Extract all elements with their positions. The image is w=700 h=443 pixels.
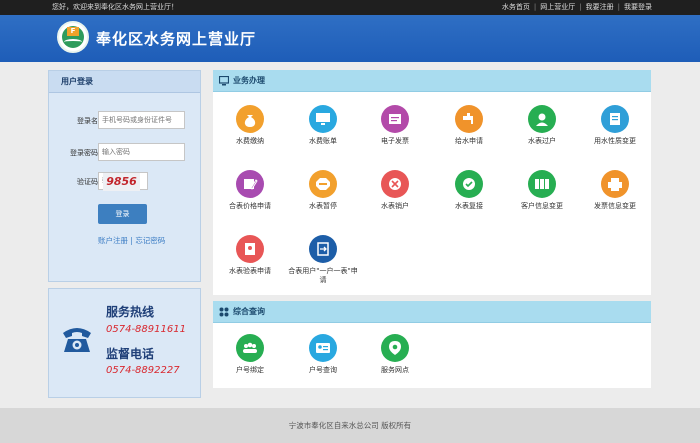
- service-tile-stop[interactable]: 水表暂停: [286, 170, 360, 211]
- service-label: 用水性质变更: [594, 137, 636, 145]
- service-tile-transfer[interactable]: 水表过户: [505, 105, 579, 146]
- table-icon: [528, 170, 556, 198]
- service-label: 客户信息变更: [521, 202, 563, 210]
- header: F 奉化区水务网上营业厅: [0, 15, 700, 62]
- money-bag-icon: [236, 105, 264, 133]
- password-input[interactable]: [98, 143, 185, 161]
- query-title: 综合查询: [233, 307, 265, 316]
- username-input[interactable]: [98, 111, 185, 129]
- service-tile-monitor[interactable]: 水费账单: [286, 105, 360, 146]
- service-label: 户号查询: [309, 366, 337, 374]
- hotline-panel: 服务热线 0574-88911611 监督电话 0574-8892227: [48, 288, 201, 398]
- service-tile-invoice[interactable]: 电子发票: [358, 105, 432, 146]
- supervise-phone-title: 监督电话: [106, 347, 155, 361]
- account-links: 账户注册 | 忘记密码: [98, 236, 166, 245]
- location-icon: [381, 334, 409, 362]
- edit-icon: [236, 170, 264, 198]
- report-icon: [236, 235, 264, 263]
- top-links: 水务首页 | 网上营业厅 | 我要注册 | 我要登录: [502, 0, 652, 15]
- service-tile-convert[interactable]: 合表用户"一户一表"申请: [286, 235, 360, 285]
- business-panel: 业务办理 水费缴纳 水费账单 电子发票 给水申请 水表过户 用水性质变更合表价格申请 水表暂…: [213, 70, 651, 295]
- captcha-image[interactable]: 9856: [103, 173, 140, 191]
- service-hotline-title: 服务热线: [106, 305, 155, 319]
- copyright-text: 宁波市奉化区自来水总公司 版权所有: [288, 421, 412, 430]
- service-label: 给水申请: [455, 137, 483, 145]
- link-online-hall[interactable]: 网上营业厅: [540, 0, 575, 15]
- login-title: 用户登录: [49, 71, 200, 93]
- telephone-icon: [63, 328, 91, 352]
- document-icon: [601, 105, 629, 133]
- business-title: 业务办理: [233, 76, 265, 85]
- service-label: 水表复接: [455, 202, 483, 210]
- service-label: 服务网点: [381, 366, 409, 374]
- service-tile-meter-cancel[interactable]: 水表销户: [358, 170, 432, 211]
- service-tile-tap[interactable]: 给水申请: [432, 105, 506, 146]
- login-button[interactable]: 登录: [98, 204, 147, 224]
- meter-cancel-icon: [381, 170, 409, 198]
- service-tile-report[interactable]: 水表验表申请: [213, 235, 287, 276]
- service-tile-meter-reconnect[interactable]: 水表复接: [432, 170, 506, 211]
- id-card-icon: [309, 334, 337, 362]
- service-tile-edit[interactable]: 合表价格申请: [213, 170, 287, 211]
- service-label: 电子发票: [381, 137, 409, 145]
- service-label: 发票信息变更: [594, 202, 636, 210]
- service-label: 水表销户: [381, 202, 409, 210]
- footer: 宁波市奉化区自来水总公司 版权所有: [0, 408, 700, 443]
- service-label: 水表验表申请: [229, 267, 271, 275]
- welcome-text: 您好，欢迎来到奉化区水务网上营业厅！: [52, 3, 178, 11]
- convert-icon: [309, 235, 337, 263]
- link-register[interactable]: 我要注册: [586, 0, 614, 15]
- group-icon: [236, 334, 264, 362]
- service-label: 水表暂停: [309, 202, 337, 210]
- printer-icon: [601, 170, 629, 198]
- service-label: 户号绑定: [236, 366, 264, 374]
- service-label: 水费缴纳: [236, 137, 264, 145]
- logo-icon[interactable]: F: [57, 21, 89, 53]
- query-header: 综合查询: [213, 301, 651, 323]
- link-login[interactable]: 我要登录: [624, 0, 652, 15]
- forgot-password-link[interactable]: 忘记密码: [135, 236, 165, 245]
- top-bar: 您好，欢迎来到奉化区水务网上营业厅！ 水务首页 | 网上营业厅 | 我要注册 |…: [0, 0, 700, 15]
- service-label: 水费账单: [309, 137, 337, 145]
- site-title: 奉化区水务网上营业厅: [96, 30, 257, 48]
- meter-reconnect-icon: [455, 170, 483, 198]
- invoice-icon: [381, 105, 409, 133]
- service-tile-id-card[interactable]: 户号查询: [286, 334, 360, 375]
- password-row: 登录密码：: [49, 143, 202, 163]
- business-header: 业务办理: [213, 70, 651, 92]
- transfer-icon: [528, 105, 556, 133]
- query-panel: 综合查询 户号绑定 户号查询 服务网点: [213, 301, 651, 388]
- monitor-icon: [309, 105, 337, 133]
- service-tile-table[interactable]: 客户信息变更: [505, 170, 579, 211]
- register-link[interactable]: 账户注册: [98, 236, 128, 245]
- service-hotline-number: 0574-88911611: [106, 324, 186, 335]
- service-tile-group[interactable]: 户号绑定: [213, 334, 287, 375]
- link-water-home[interactable]: 水务首页: [502, 0, 530, 15]
- service-label: 合表价格申请: [229, 202, 271, 210]
- service-tile-location[interactable]: 服务网点: [358, 334, 432, 375]
- service-label: 合表用户"一户一表"申请: [288, 267, 358, 284]
- supervise-phone-number: 0574-8892227: [106, 365, 180, 376]
- service-tile-money-bag[interactable]: 水费缴纳: [213, 105, 287, 146]
- grid-icon: [219, 307, 229, 317]
- tap-icon: [455, 105, 483, 133]
- stop-icon: [309, 170, 337, 198]
- service-tile-printer[interactable]: 发票信息变更: [578, 170, 652, 211]
- username-row: 登录名：: [49, 111, 202, 131]
- service-label: 水表过户: [528, 137, 556, 145]
- service-tile-document[interactable]: 用水性质变更: [578, 105, 652, 146]
- monitor-icon: [219, 76, 229, 86]
